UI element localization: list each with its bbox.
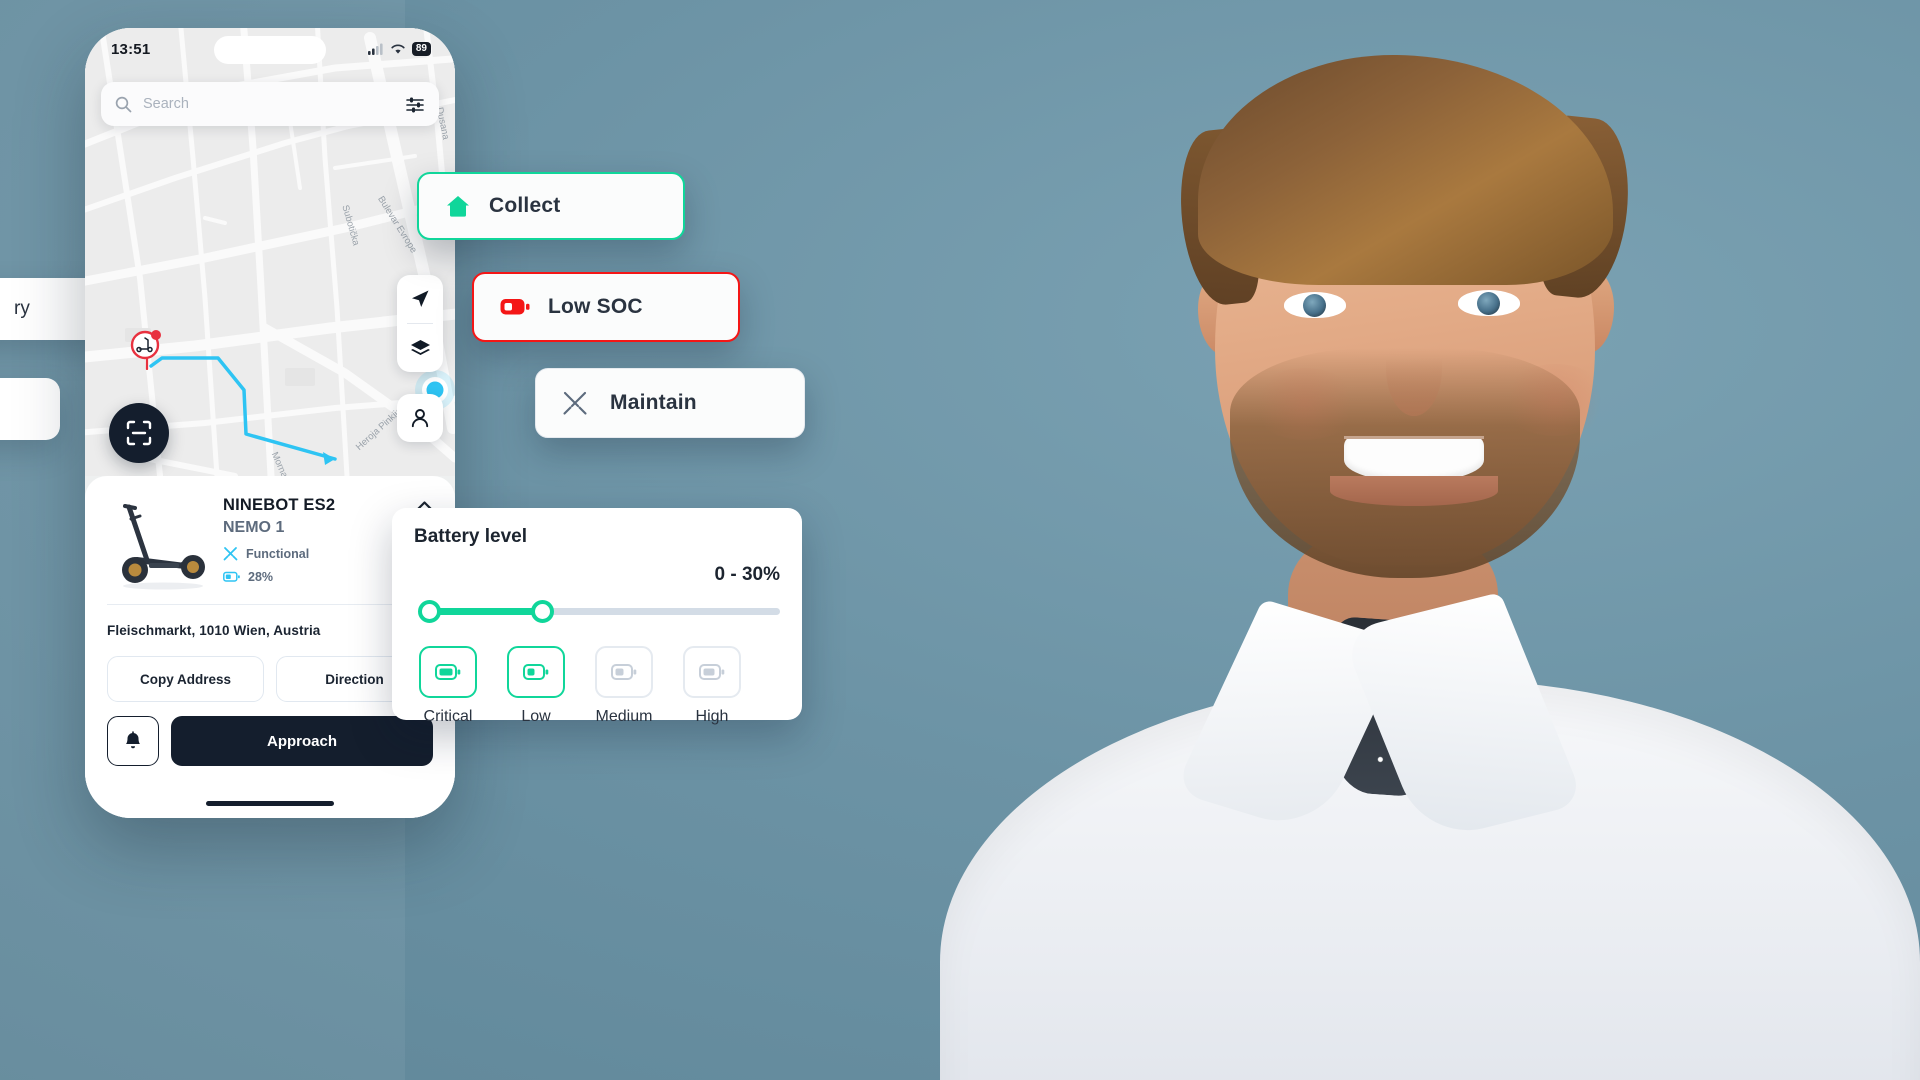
approach-button[interactable]: Approach <box>171 716 433 766</box>
person-icon <box>411 409 429 428</box>
battery-low-icon <box>523 664 549 680</box>
battery-level-options: Critical Low Medium High <box>414 646 780 726</box>
edge-card-label: ry <box>14 298 30 319</box>
qr-scan-icon <box>126 420 152 446</box>
slider-knob-max[interactable] <box>531 600 554 623</box>
portrait-photo <box>810 0 1920 1080</box>
vehicle-address: Fleischmarkt, 1010 Wien, Austria <box>107 623 321 638</box>
chip-maintain-label: Maintain <box>610 391 697 414</box>
filter-sliders-icon[interactable] <box>406 96 425 113</box>
battery-option-box <box>507 646 565 698</box>
map-controls-group <box>397 275 443 372</box>
battery-option-low[interactable]: Low <box>502 646 570 726</box>
chip-low-soc-label: Low SOC <box>548 295 643 318</box>
battery-option-critical[interactable]: Critical <box>414 646 482 726</box>
map-layers-button[interactable] <box>397 324 443 372</box>
chip-maintain[interactable]: Maintain <box>535 368 805 438</box>
battery-option-label: Critical <box>423 708 473 725</box>
battery-badge-icon: 89 <box>411 42 431 56</box>
battery-option-label: Low <box>521 708 551 725</box>
slider-knob-min[interactable] <box>418 600 441 623</box>
status-indicators: 89 <box>367 42 431 56</box>
navigate-arrow-icon <box>412 290 429 307</box>
qr-scan-button[interactable] <box>109 403 169 463</box>
battery-range-slider[interactable] <box>414 598 780 624</box>
vehicle-status-text: Functional <box>246 546 310 561</box>
primary-actions: Approach <box>107 716 433 766</box>
map-navigate-button[interactable] <box>397 275 443 323</box>
portrait-eye-left <box>1284 292 1346 318</box>
slider-fill <box>428 608 542 615</box>
search-input[interactable] <box>143 96 395 112</box>
portrait-nose <box>1386 320 1442 416</box>
home-icon <box>447 196 469 217</box>
battery-option-label: High <box>695 708 729 725</box>
scooter-pin-marker[interactable] <box>129 326 165 370</box>
map-layers-icon <box>410 339 430 355</box>
battery-option-box <box>595 646 653 698</box>
home-indicator <box>206 801 334 806</box>
status-bar: 13:51 89 <box>85 28 455 70</box>
bell-icon <box>126 731 140 749</box>
portrait-eye-right <box>1458 290 1520 316</box>
battery-critical-icon <box>435 664 461 680</box>
chip-collect[interactable]: Collect <box>417 172 685 240</box>
battery-panel-header: Battery level <box>414 526 780 548</box>
search-icon <box>115 96 132 112</box>
battery-panel-title: Battery level <box>414 526 528 547</box>
battery-icon <box>223 571 240 582</box>
battery-range-value: 0 - 30% <box>714 564 780 585</box>
portrait-cheek-left <box>1250 368 1360 440</box>
scooter-image <box>107 494 213 590</box>
map-profile-button[interactable] <box>397 394 443 442</box>
battery-option-medium[interactable]: Medium <box>590 646 658 726</box>
edge-card-partial-2[interactable] <box>0 378 60 440</box>
tools-wrench-icon <box>223 547 238 561</box>
portrait-lower-lip <box>1330 476 1498 506</box>
battery-high-icon <box>699 664 725 680</box>
address-actions: Copy Address Direction <box>107 656 433 702</box>
chip-collect-label: Collect <box>489 194 561 217</box>
battery-option-high[interactable]: High <box>678 646 746 726</box>
copy-address-button[interactable]: Copy Address <box>107 656 264 702</box>
vehicle-battery-text: 28% <box>248 570 274 584</box>
chip-low-soc[interactable]: Low SOC <box>472 272 740 342</box>
tools-icon <box>563 391 587 415</box>
battery-option-box <box>683 646 741 698</box>
battery-low-icon <box>500 299 530 315</box>
battery-option-box <box>419 646 477 698</box>
signal-bars-icon <box>367 43 383 55</box>
sheet-header: NINEBOT ES2 NEMO 1 Functional 28% <box>107 494 433 590</box>
status-time: 13:51 <box>111 40 151 58</box>
search-bar[interactable] <box>101 82 439 126</box>
wifi-icon <box>391 44 405 54</box>
portrait-hair <box>1198 55 1613 285</box>
bell-button[interactable] <box>107 716 159 766</box>
portrait-cheek-right <box>1500 364 1610 436</box>
battery-level-panel: Battery level 0 - 30% Critical Low Mediu… <box>392 508 802 725</box>
battery-medium-icon <box>611 664 637 680</box>
battery-option-label: Medium <box>595 708 653 725</box>
